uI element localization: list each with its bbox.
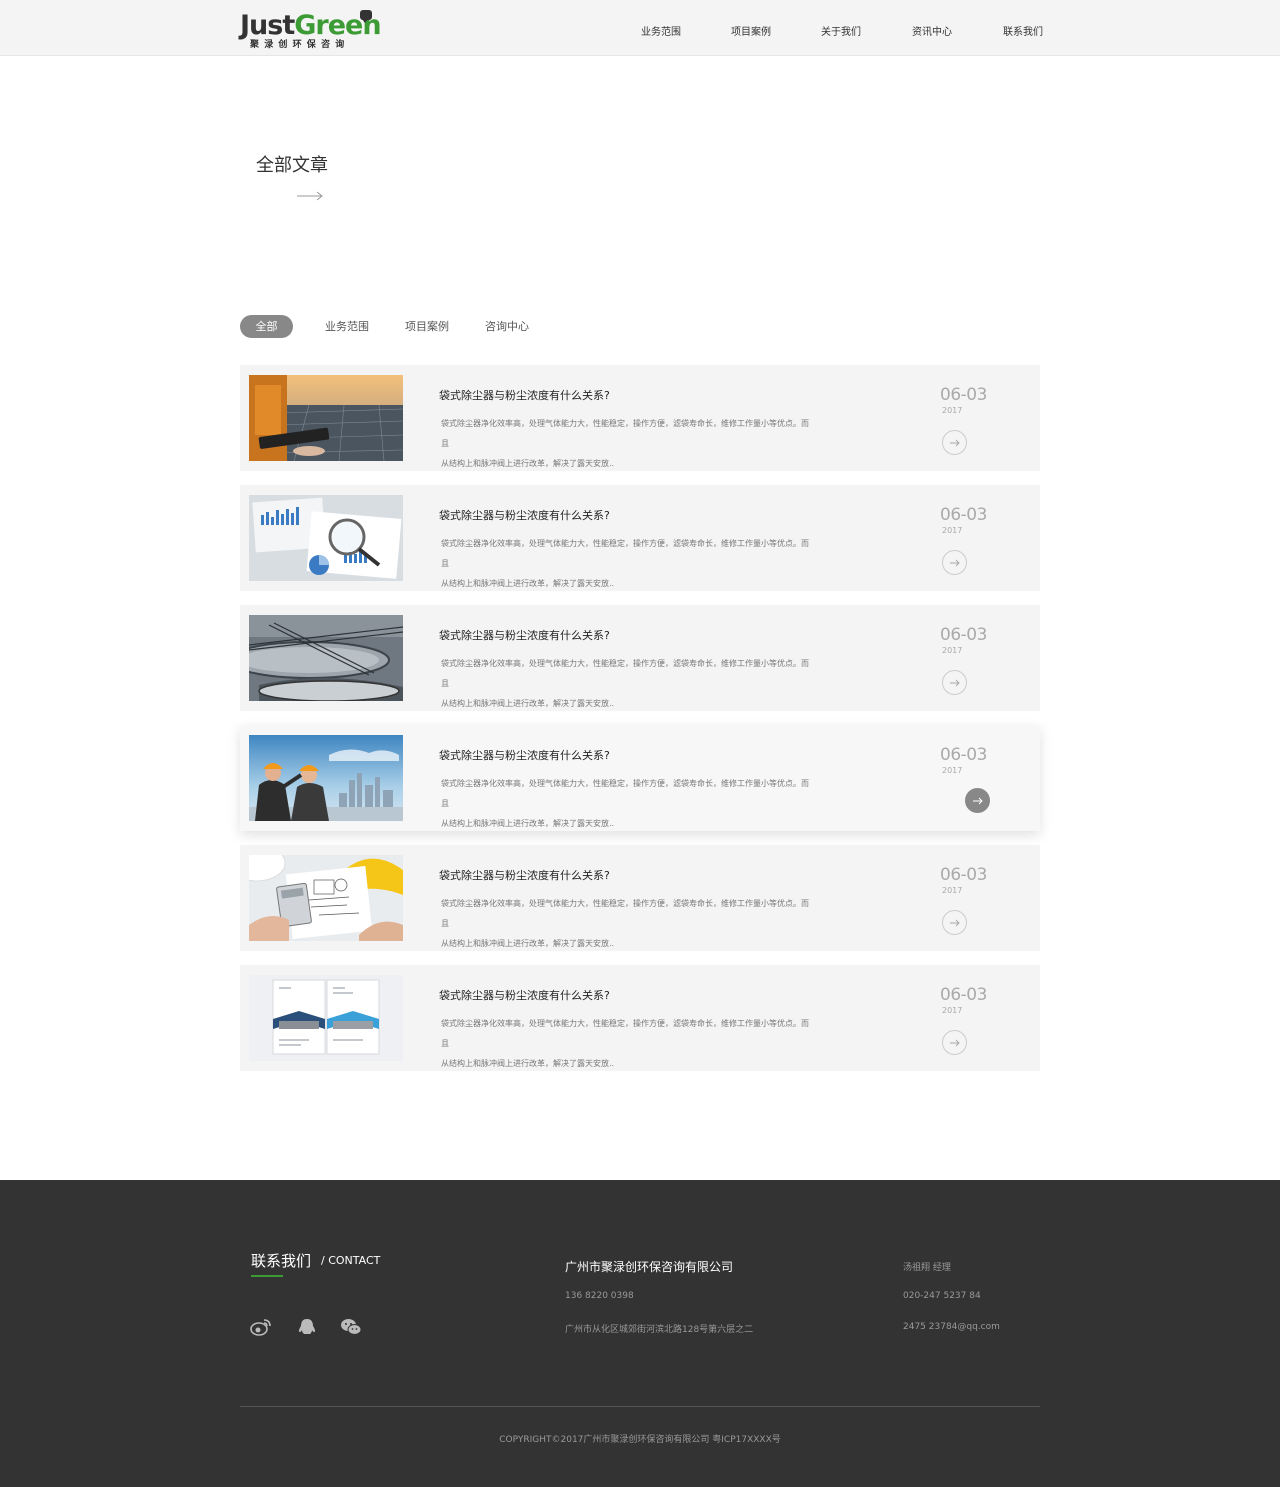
article-year: 2017 bbox=[942, 646, 963, 655]
arrow-right-icon bbox=[949, 559, 960, 566]
filter-tab-projects[interactable]: 项目案例 bbox=[405, 315, 449, 338]
article-date: 06-03 bbox=[940, 745, 987, 765]
filter-tab-all[interactable]: 全部 bbox=[240, 315, 293, 338]
article-date: 06-03 bbox=[940, 505, 987, 525]
logo-speech-bubble-icon bbox=[360, 10, 372, 23]
arrow-right-icon bbox=[972, 797, 983, 804]
blueprint-calculator-helmet-photo bbox=[249, 855, 403, 941]
article-excerpt: 袋式除尘器净化效率高，处理气体能力大，性能稳定，操作方便，滤袋寿命长，维修工作量… bbox=[441, 1019, 809, 1068]
article-date: 06-03 bbox=[940, 625, 987, 645]
brochure-layout-photo bbox=[249, 975, 403, 1061]
page-title: 全部文章 bbox=[256, 155, 328, 176]
article-card[interactable]: 袋式除尘器与粉尘浓度有什么关系? 袋式除尘器净化效率高，处理气体能力大，性能稳定… bbox=[240, 725, 1040, 831]
article-excerpt: 袋式除尘器净化效率高，处理气体能力大，性能稳定，操作方便，滤袋寿命长，维修工作量… bbox=[441, 899, 809, 948]
filter-tab-business[interactable]: 业务范围 bbox=[325, 315, 369, 338]
article-date: 06-03 bbox=[940, 985, 987, 1005]
article-date: 06-03 bbox=[940, 865, 987, 885]
site-header: JustGreen 聚渌创环保咨询 业务范围 项目案例 关于我们 资讯中心 联系… bbox=[0, 0, 1280, 56]
footer-divider bbox=[240, 1406, 1040, 1407]
article-card[interactable]: 袋式除尘器与粉尘浓度有什么关系? 袋式除尘器净化效率高，处理气体能力大，性能稳定… bbox=[240, 365, 1040, 471]
engineers-hardhat-city-photo bbox=[249, 735, 403, 821]
qq-icon[interactable] bbox=[296, 1318, 318, 1336]
site-footer: 联系我们 / CONTACT 广州市聚渌创环保咨询有限公司 136 8220 0… bbox=[0, 1180, 1280, 1487]
read-more-button[interactable] bbox=[942, 550, 967, 575]
logo-subtitle: 聚渌创环保咨询 bbox=[250, 40, 350, 50]
article-card[interactable]: 袋式除尘器与粉尘浓度有什么关系? 袋式除尘器净化效率高，处理气体能力大，性能稳定… bbox=[240, 485, 1040, 591]
nav-item-projects[interactable]: 项目案例 bbox=[731, 23, 771, 38]
nav-item-business[interactable]: 业务范围 bbox=[641, 23, 681, 38]
logo[interactable]: JustGreen 聚渌创环保咨询 bbox=[240, 10, 382, 50]
footer-copyright: COPYRIGHT©2017广州市聚渌创环保咨询有限公司 粤ICP17XXXX号 bbox=[499, 1435, 781, 1445]
water-treatment-tank-photo bbox=[249, 615, 403, 701]
arrow-right-icon bbox=[949, 679, 960, 686]
article-date: 06-03 bbox=[940, 385, 987, 405]
solar-panel-worker-photo bbox=[249, 375, 403, 461]
article-year: 2017 bbox=[942, 406, 963, 415]
article-title[interactable]: 袋式除尘器与粉尘浓度有什么关系? bbox=[439, 987, 610, 1003]
read-more-button[interactable] bbox=[942, 1030, 967, 1055]
footer-company-name: 广州市聚渌创环保咨询有限公司 bbox=[565, 1260, 734, 1274]
read-more-button[interactable] bbox=[942, 670, 967, 695]
article-year: 2017 bbox=[942, 526, 963, 535]
footer-contact-title: 联系我们 bbox=[251, 1252, 312, 1270]
article-card[interactable]: 袋式除尘器与粉尘浓度有什么关系? 袋式除尘器净化效率高，处理气体能力大，性能稳定… bbox=[240, 845, 1040, 951]
wechat-icon[interactable] bbox=[340, 1318, 362, 1336]
article-excerpt: 袋式除尘器净化效率高，处理气体能力大，性能稳定，操作方便，滤袋寿命长，维修工作量… bbox=[441, 419, 809, 468]
arrow-right-icon bbox=[949, 439, 960, 446]
read-more-button[interactable] bbox=[942, 430, 967, 455]
nav-item-news[interactable]: 资讯中心 bbox=[912, 23, 952, 38]
article-title[interactable]: 袋式除尘器与粉尘浓度有什么关系? bbox=[439, 747, 610, 763]
footer-contact-person: 汤祖翔 经理 bbox=[903, 1263, 951, 1273]
read-more-button[interactable] bbox=[942, 910, 967, 935]
arrow-right-icon bbox=[949, 919, 960, 926]
nav-item-about[interactable]: 关于我们 bbox=[821, 23, 861, 38]
article-year: 2017 bbox=[942, 886, 963, 895]
article-title[interactable]: 袋式除尘器与粉尘浓度有什么关系? bbox=[439, 867, 610, 883]
weibo-icon[interactable] bbox=[250, 1318, 272, 1336]
footer-address: 广州市从化区城郊街河滨北路128号第六层之二 bbox=[565, 1325, 754, 1335]
financial-charts-magnifier-photo bbox=[249, 495, 403, 581]
read-more-button[interactable] bbox=[965, 788, 990, 813]
footer-title-underline bbox=[251, 1275, 283, 1277]
article-title[interactable]: 袋式除尘器与粉尘浓度有什么关系? bbox=[439, 627, 610, 643]
article-excerpt: 袋式除尘器净化效率高，处理气体能力大，性能稳定，操作方便，滤袋寿命长，维修工作量… bbox=[441, 779, 809, 828]
arrow-right-icon bbox=[949, 1039, 960, 1046]
article-excerpt: 袋式除尘器净化效率高，处理气体能力大，性能稳定，操作方便，滤袋寿命长，维修工作量… bbox=[441, 659, 809, 708]
filter-tab-consulting[interactable]: 咨询中心 bbox=[485, 315, 529, 338]
article-year: 2017 bbox=[942, 1006, 963, 1015]
footer-contact-subtitle: / CONTACT bbox=[321, 1254, 381, 1267]
article-card[interactable]: 袋式除尘器与粉尘浓度有什么关系? 袋式除尘器净化效率高，处理气体能力大，性能稳定… bbox=[240, 605, 1040, 711]
footer-telephone: 020-247 5237 84 bbox=[903, 1291, 981, 1301]
nav-item-contact[interactable]: 联系我们 bbox=[1003, 23, 1043, 38]
article-title[interactable]: 袋式除尘器与粉尘浓度有什么关系? bbox=[439, 387, 610, 403]
arrow-right-icon bbox=[297, 191, 323, 201]
article-card[interactable]: 袋式除尘器与粉尘浓度有什么关系? 袋式除尘器净化效率高，处理气体能力大，性能稳定… bbox=[240, 965, 1040, 1071]
article-year: 2017 bbox=[942, 766, 963, 775]
article-title[interactable]: 袋式除尘器与粉尘浓度有什么关系? bbox=[439, 507, 610, 523]
article-excerpt: 袋式除尘器净化效率高，处理气体能力大，性能稳定，操作方便，滤袋寿命长，维修工作量… bbox=[441, 539, 809, 588]
footer-email[interactable]: 2475 23784@qq.com bbox=[903, 1322, 1000, 1332]
footer-phone: 136 8220 0398 bbox=[565, 1291, 634, 1301]
